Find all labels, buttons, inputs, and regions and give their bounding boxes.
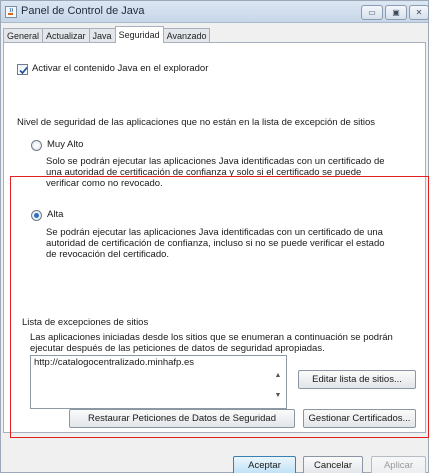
very-high-description-line-3: verificar como no revocado. <box>46 178 163 189</box>
close-icon: ✕ <box>415 8 423 17</box>
enable-java-checkbox[interactable] <box>17 63 28 75</box>
title-bar[interactable]: Panel de Control de Java ▭ ▣ ✕ <box>1 1 429 23</box>
arrow-down-icon[interactable]: ▼ <box>271 390 285 402</box>
tab-avanzado[interactable]: Avanzado <box>162 28 211 43</box>
edit-site-list-button[interactable]: Editar lista de sitios... <box>298 370 416 389</box>
apply-button[interactable]: Aplicar <box>371 456 426 473</box>
java-cup-icon <box>5 6 17 18</box>
exceptions-heading: Lista de excepciones de sitios <box>22 317 149 328</box>
tab-actualizar[interactable]: Actualizar <box>42 28 90 43</box>
high-label: Alta <box>47 209 64 220</box>
cancel-button[interactable]: Cancelar <box>303 456 363 473</box>
maximize-button[interactable]: ▣ <box>385 5 407 20</box>
minimize-icon: ▭ <box>368 8 376 17</box>
tab-java[interactable]: Java <box>88 28 116 43</box>
tab-general[interactable]: General <box>3 28 44 43</box>
enable-java-row[interactable]: Activar el contenido Java en el explorad… <box>17 63 208 75</box>
minimize-button[interactable]: ▭ <box>361 5 383 20</box>
high-description-line-3: de revocación del certificado. <box>46 249 170 260</box>
security-level-heading: Nivel de seguridad de las aplicaciones q… <box>17 117 376 128</box>
checkmark-icon <box>19 66 28 74</box>
very-high-radio[interactable] <box>31 139 42 151</box>
manage-certificates-button[interactable]: Gestionar Certificados... <box>303 409 416 428</box>
exception-site-list[interactable]: http://catalogocentralizado.minhafp.es ▲… <box>30 355 287 409</box>
tab-seguridad[interactable]: Seguridad <box>114 26 164 43</box>
java-control-panel-window: Panel de Control de Java ▭ ▣ ✕ General A… <box>0 0 429 473</box>
maximize-icon: ▣ <box>392 8 400 17</box>
window-title: Panel de Control de Java <box>21 5 145 17</box>
list-item[interactable]: http://catalogocentralizado.minhafp.es <box>34 357 194 368</box>
close-button[interactable]: ✕ <box>409 5 429 20</box>
very-high-option[interactable]: Muy Alto <box>31 139 83 151</box>
accept-button[interactable]: Aceptar <box>233 456 296 473</box>
very-high-label: Muy Alto <box>47 139 84 150</box>
high-radio[interactable] <box>31 209 42 221</box>
high-option[interactable]: Alta <box>31 209 63 221</box>
enable-java-label: Activar el contenido Java en el explorad… <box>32 63 209 74</box>
arrow-up-icon[interactable]: ▲ <box>271 370 285 382</box>
exceptions-description-line-2: ejecutar después de las peticiones de da… <box>30 343 325 354</box>
tab-bar: General Actualizar Java Seguridad Avanza… <box>3 26 211 43</box>
restore-prompts-button[interactable]: Restaurar Peticiones de Datos de Segurid… <box>69 409 295 428</box>
